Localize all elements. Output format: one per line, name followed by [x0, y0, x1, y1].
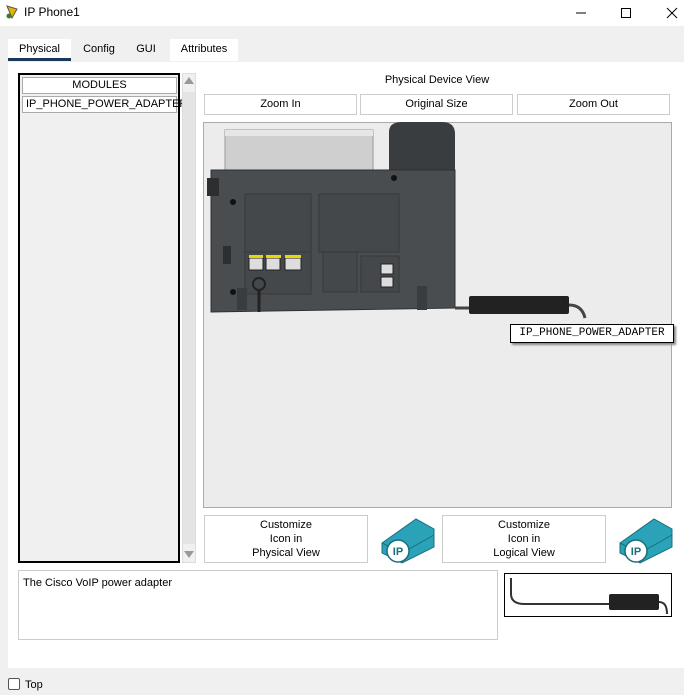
zoom-in-button[interactable]: Zoom In: [204, 94, 357, 115]
scroll-down-icon[interactable]: [184, 551, 194, 558]
close-icon: [666, 7, 678, 19]
tab-config[interactable]: Config: [76, 39, 122, 61]
module-description: The Cisco VoIP power adapter: [18, 570, 498, 640]
customize-physical-icon-button[interactable]: Customize Icon in Physical View: [204, 515, 368, 563]
physical-view-title: Physical Device View: [384, 74, 490, 86]
tab-attributes[interactable]: Attributes: [170, 39, 238, 61]
app-icon: [5, 4, 19, 20]
modules-panel: [18, 73, 180, 563]
footer-bar: [0, 668, 684, 695]
close-button[interactable]: [650, 2, 684, 24]
customize-logical-icon-button[interactable]: Customize Icon in Logical View: [442, 515, 606, 563]
top-checkbox-label: Top: [25, 679, 43, 691]
power-adapter-image: [510, 578, 668, 615]
minimize-icon: [576, 12, 586, 14]
ip-phone-icon[interactable]: IP: [610, 513, 674, 565]
top-checkbox[interactable]: [8, 678, 20, 690]
tab-gui[interactable]: GUI: [130, 39, 162, 61]
ip-phone-icon[interactable]: IP: [372, 513, 436, 565]
module-thumbnail: [504, 573, 672, 617]
module-item-power-adapter[interactable]: IP_PHONE_POWER_ADAPTER: [22, 96, 187, 113]
svg-text:IP: IP: [393, 546, 403, 558]
customize-logical-label: Customize Icon in Logical View: [493, 519, 555, 559]
zoom-out-button[interactable]: Zoom Out: [517, 94, 670, 115]
minimize-button[interactable]: [559, 2, 603, 24]
scrollbar-thumb[interactable]: [183, 92, 195, 544]
maximize-icon: [621, 8, 631, 18]
scroll-up-icon[interactable]: [184, 77, 194, 84]
original-size-button[interactable]: Original Size: [360, 94, 513, 115]
customize-physical-label: Customize Icon in Physical View: [252, 519, 320, 559]
modules-header: MODULES: [22, 77, 177, 94]
svg-text:IP: IP: [631, 546, 641, 558]
port-tooltip: IP_PHONE_POWER_ADAPTER: [510, 324, 674, 343]
tab-physical[interactable]: Physical: [8, 39, 71, 61]
window-title: IP Phone1: [24, 5, 80, 19]
maximize-button[interactable]: [604, 2, 648, 24]
ip-phone-rear-image: [207, 122, 587, 319]
